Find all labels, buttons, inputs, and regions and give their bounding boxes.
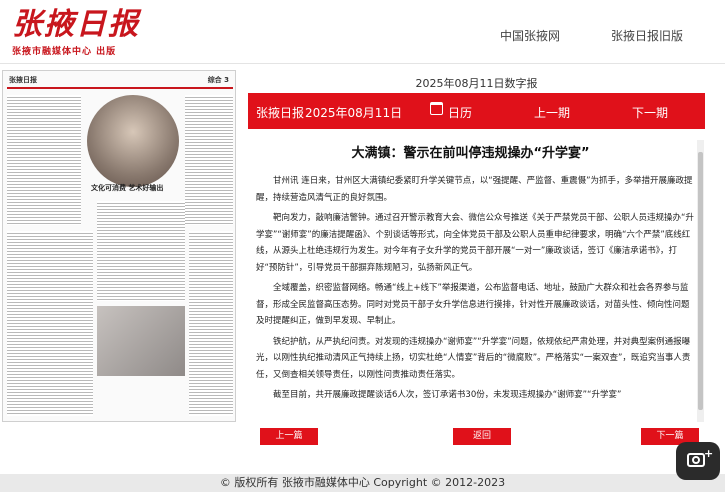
prev-article-button[interactable]: 上一篇: [260, 428, 318, 445]
article-paragraph: 铁纪护航，从严执纪问责。对发现的违规操办“谢师宴”“升学宴”问题，依规依纪严肃处…: [256, 336, 691, 380]
calendar-link[interactable]: 日历: [448, 104, 472, 121]
article-paragraph: 全域覆盖，织密监督网络。畅通“线上+线下”举报渠道，公布监督电话、地址，鼓励广大…: [256, 283, 690, 326]
newspaper-page-thumbnail[interactable]: 张掖日报 综合 3 文化可消费 艺术好输出: [2, 70, 236, 422]
footer-copyright: © 版权所有 张掖市融媒体中心 Copyright © 2012-2023: [0, 474, 725, 492]
article-scrollbar[interactable]: [697, 140, 704, 422]
article-title: 大满镇：警示在前叫停违规操办“升学宴”: [351, 146, 590, 161]
thumbnail-photo: [97, 306, 185, 376]
thumbnail-masthead: 张掖日报 综合 3: [7, 75, 233, 89]
thumbnail-column: [7, 95, 81, 225]
calendar-icon[interactable]: [430, 102, 443, 115]
thumbnail-column: [189, 231, 233, 416]
thumbnail-banner: 文化可消费 艺术好输出: [91, 184, 164, 192]
issue-title: 2025年08月11日数字报: [415, 77, 538, 90]
site-logo[interactable]: 张掖日报 张掖市融媒体中心 出版: [12, 7, 140, 58]
article-paragraph: 截至目前，共开展廉政提醒谈话6人次，签订承诺书30份，未发现违规操办“谢师宴”“…: [273, 390, 622, 400]
scrollbar-thumb[interactable]: [698, 152, 703, 410]
nav-link-old-version[interactable]: 张掖日报旧版: [611, 27, 683, 44]
camera-lens-icon: [692, 456, 700, 464]
issue-date: 2025年08月11日: [305, 106, 403, 120]
thumbnail-column: [97, 201, 185, 301]
paper-name: 张掖日报: [256, 106, 305, 120]
back-button[interactable]: 返回: [453, 428, 511, 445]
thumbnail-photo: [87, 95, 179, 187]
nav-link-china-zhangye[interactable]: 中国张掖网: [500, 27, 560, 44]
site-header: 张掖日报 张掖市融媒体中心 出版 中国张掖网 张掖日报旧版: [0, 0, 725, 64]
logo-title: 张掖日报: [12, 7, 140, 42]
article-paragraph: 靶向发力，敲响廉洁警钟。通过召开警示教育大会、微信公众号推送《关于严禁党员干部、…: [256, 213, 694, 273]
article-content: 大满镇：警示在前叫停违规操办“升学宴” 甘州讯 连日来，甘州区大满镇纪委紧盯升学…: [248, 140, 705, 422]
thumbnail-column: [185, 95, 233, 225]
article-body: 甘州讯 连日来，甘州区大满镇纪委紧盯升学关键节点，以“强提醒、严监督、重震慑”为…: [256, 173, 696, 408]
next-issue-link[interactable]: 下一期: [632, 104, 668, 121]
thumbnail-column: [7, 231, 93, 416]
logo-subtitle: 张掖市融媒体中心 出版: [12, 47, 117, 57]
thumbnail-logo: 张掖日报: [9, 76, 37, 84]
prev-issue-link[interactable]: 上一期: [534, 104, 570, 121]
plus-icon: +: [704, 447, 714, 460]
screenshot-share-button[interactable]: +: [676, 442, 720, 480]
issue-nav-bar: 张掖日报 2025年08月11日 日历 上一期 下一期: [248, 93, 705, 129]
article-paragraph: 甘州讯 连日来，甘州区大满镇纪委紧盯升学关键节点，以“强提醒、严监督、重震慑”为…: [256, 176, 693, 203]
thumbnail-section: 综合 3: [207, 76, 229, 84]
